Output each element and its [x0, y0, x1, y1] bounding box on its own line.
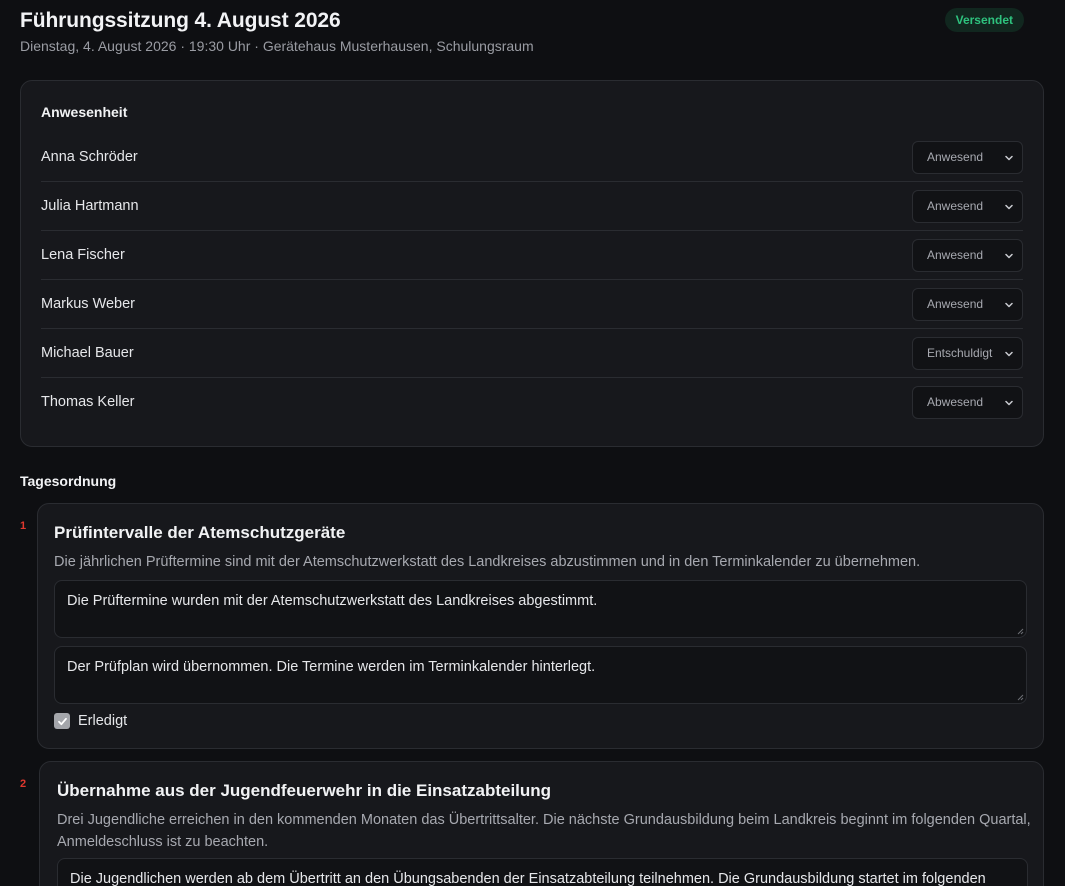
attendance-row: Markus Weber Anwesend	[41, 280, 1023, 329]
attendance-row: Lena Fischer Anwesend	[41, 231, 1023, 280]
discussion-textarea[interactable]: Die Jugendlichen werden ab dem Übertritt…	[57, 858, 1028, 886]
done-label: Erledigt	[78, 713, 128, 729]
resize-grip-icon[interactable]	[1016, 693, 1024, 701]
status-badge: Versendet	[944, 8, 1024, 32]
attendance-status-select[interactable]: Anwesend	[912, 190, 1023, 223]
attendance-row: Thomas Keller Abwesend	[41, 378, 1023, 427]
attendee-name: Lena Fischer	[41, 247, 125, 263]
agenda-item-description: Die jährlichen Prüftermine sind mit der …	[54, 554, 921, 570]
attendance-title: Anwesenheit	[41, 104, 128, 120]
chevron-down-icon	[1005, 253, 1013, 259]
agenda-heading: Tagesordnung	[20, 473, 117, 489]
discussion-text: Die Jugendlichen werden ab dem Übertritt…	[70, 871, 986, 886]
attendance-row: Julia Hartmann Anwesend	[41, 182, 1023, 231]
attendance-status-value: Abwesend	[927, 395, 984, 409]
meeting-meta: Dienstag, 4. August 2026 · 19:30 Uhr · G…	[20, 38, 534, 54]
meeting-header: Führungssitzung 4. August 2026 Dienstag,…	[20, 0, 1045, 80]
attendance-row: Michael Bauer Entschuldigt	[41, 329, 1023, 378]
chevron-down-icon	[1005, 302, 1013, 308]
attendance-status-value: Entschuldigt	[927, 346, 993, 360]
resize-grip-icon[interactable]	[1016, 627, 1024, 635]
attendee-name: Markus Weber	[41, 296, 136, 312]
attendance-status-value: Anwesend	[927, 248, 984, 262]
chevron-down-icon	[1005, 204, 1013, 210]
chevron-down-icon	[1005, 400, 1013, 406]
agenda-item-title: Übernahme aus der Jugendfeuerwehr in die…	[57, 781, 552, 800]
agenda-item: Prüfintervalle der Atemschutzgeräte Die …	[37, 503, 1044, 749]
done-checkbox-row[interactable]: Erledigt	[54, 713, 127, 729]
agenda-item-description: Drei Jugendliche erreichen in den kommen…	[57, 812, 1031, 850]
checkmark-icon	[57, 717, 67, 725]
agenda-item-number: 2	[20, 778, 27, 790]
chevron-down-icon	[1005, 351, 1013, 357]
discussion-textarea[interactable]: Die Prüftermine wurden mit der Atemschut…	[54, 580, 1027, 638]
attendee-name: Michael Bauer	[41, 345, 134, 361]
attendance-status-select[interactable]: Anwesend	[912, 141, 1023, 174]
agenda-item-title: Prüfintervalle der Atemschutzgeräte	[54, 523, 346, 542]
attendance-list: Anna Schröder Anwesend Julia Hartmann An…	[41, 133, 1023, 427]
attendee-name: Anna Schröder	[41, 149, 138, 165]
attendance-status-value: Anwesend	[927, 199, 984, 213]
agenda-item: Übernahme aus der Jugendfeuerwehr in die…	[39, 761, 1044, 886]
discussion-text: Die Prüftermine wurden mit der Atemschut…	[67, 593, 598, 609]
resolution-text: Der Prüfplan wird übernommen. Die Termin…	[67, 659, 596, 675]
attendance-status-select[interactable]: Anwesend	[912, 288, 1023, 321]
page-title: Führungssitzung 4. August 2026	[20, 9, 341, 32]
meeting-page: Führungssitzung 4. August 2026 Dienstag,…	[0, 0, 1065, 886]
agenda-item-number: 1	[20, 520, 27, 532]
attendee-name: Thomas Keller	[41, 394, 135, 410]
attendance-status-value: Anwesend	[927, 150, 984, 164]
attendance-status-select[interactable]: Entschuldigt	[912, 337, 1023, 370]
attendance-card: Anwesenheit Anna Schröder Anwesend Julia…	[20, 80, 1044, 447]
attendee-name: Julia Hartmann	[41, 198, 139, 214]
attendance-status-value: Anwesend	[927, 297, 984, 311]
attendance-row: Anna Schröder Anwesend	[41, 133, 1023, 182]
chevron-down-icon	[1005, 155, 1013, 161]
resolution-textarea[interactable]: Der Prüfplan wird übernommen. Die Termin…	[54, 646, 1027, 704]
attendance-status-select[interactable]: Anwesend	[912, 239, 1023, 272]
done-checkbox[interactable]	[54, 713, 70, 729]
attendance-status-select[interactable]: Abwesend	[912, 386, 1023, 419]
